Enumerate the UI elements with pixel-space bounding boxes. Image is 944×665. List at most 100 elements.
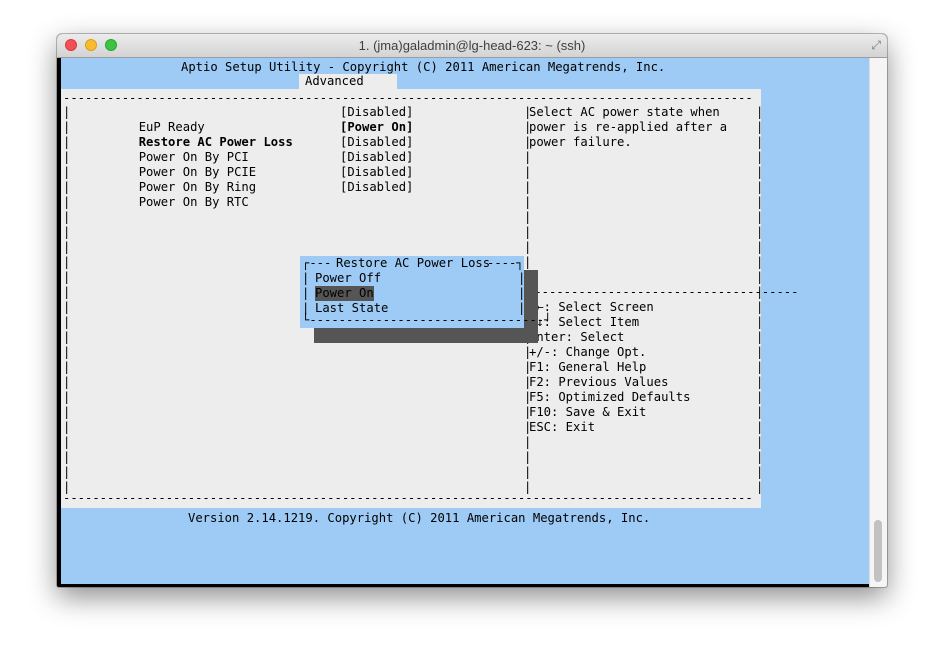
frame-vertical-bar: |	[63, 315, 71, 329]
popup-title: Restore AC Power Loss	[336, 256, 491, 270]
window-title: 1. (jma)galadmin@lg-head-623: ~ (ssh)	[358, 38, 586, 53]
frame-vertical-bar: |	[63, 360, 71, 374]
frame-vertical-bar: |	[756, 465, 764, 479]
frame-vertical-bar: |	[63, 465, 71, 479]
setting-value-pcie[interactable]: [Disabled]	[340, 150, 413, 165]
frame-vertical-bar: |	[756, 435, 764, 449]
popup-right-bar: |	[518, 286, 526, 300]
frame-vertical-bar: |	[63, 345, 71, 359]
frame-vertical-bar: |	[756, 135, 764, 149]
frame-vertical-bar: |	[524, 465, 532, 479]
restore-ac-popup[interactable]: ┌--- Restore AC Power Loss ----┐ | Power…	[300, 256, 551, 328]
tab-advanced-label: Advanced	[305, 74, 364, 88]
frame-vertical-bar: |	[756, 150, 764, 164]
frame-vertical-bar: |	[63, 195, 71, 209]
key-optimized-defaults: F5: Optimized Defaults	[529, 390, 691, 404]
frame-vertical-bar: |	[63, 120, 71, 134]
frame-vertical-bar: |	[524, 120, 532, 134]
frame-vertical-bar: |	[756, 450, 764, 464]
frame-vertical-bar: |	[524, 210, 532, 224]
scrollbar-thumb[interactable]	[874, 520, 882, 582]
frame-bottom: ----------------------------------------…	[63, 491, 753, 505]
frame-vertical-bar: |	[756, 330, 764, 344]
popup-option-power-on[interactable]: Power On	[315, 286, 374, 301]
frame-vertical-bar: |	[63, 150, 71, 164]
frame-vertical-bar: |	[524, 375, 532, 389]
setting-value-eup[interactable]: [Disabled]	[340, 105, 413, 120]
frame-vertical-bar: |	[756, 345, 764, 359]
frame-vertical-bar: |	[524, 105, 532, 119]
frame-vertical-bar: |	[756, 120, 764, 134]
setting-value-ring[interactable]: [Disabled]	[340, 165, 413, 180]
help-line-1: Select AC power state when	[529, 105, 720, 119]
frame-vertical-bar: |	[63, 135, 71, 149]
frame-vertical-bar: |	[524, 165, 532, 179]
frame-vertical-bar: |	[756, 240, 764, 254]
frame-vertical-bar: |	[756, 195, 764, 209]
popup-top-border-right: ----┐	[487, 256, 524, 270]
frame-vertical-bar: |	[524, 180, 532, 194]
title-bar[interactable]: 1. (jma)galadmin@lg-head-623: ~ (ssh) ⤢	[57, 34, 887, 58]
key-save-exit: F10: Save & Exit	[529, 405, 647, 419]
frame-vertical-bar: |	[756, 210, 764, 224]
key-esc-exit: ESC: Exit	[529, 420, 596, 434]
frame-vertical-bar: |	[524, 390, 532, 404]
frame-vertical-bar: |	[756, 360, 764, 374]
popup-bottom-border: └--------------------------------┘	[302, 313, 552, 327]
frame-vertical-bar: |	[524, 255, 532, 269]
frame-vertical-bar: |	[63, 420, 71, 434]
frame-vertical-bar: |	[756, 315, 764, 329]
frame-vertical-bar: |	[63, 270, 71, 284]
setting-value-rtc[interactable]: [Disabled]	[340, 180, 413, 195]
setting-label: Power On By RTC	[138, 195, 249, 209]
vertical-scrollbar[interactable]	[869, 58, 887, 587]
key-previous-values: F2: Previous Values	[529, 375, 669, 389]
frame-vertical-bar: |	[63, 165, 71, 179]
frame-vertical-bar: |	[756, 420, 764, 434]
setup-title: Aptio Setup Utility - Copyright (C) 2011…	[181, 60, 666, 74]
frame-vertical-bar: |	[63, 375, 71, 389]
frame-vertical-bar: |	[524, 405, 532, 419]
frame-vertical-bar: |	[63, 210, 71, 224]
setting-row-rtc[interactable]: Power On By RTC	[80, 180, 249, 225]
frame-vertical-bar: |	[524, 195, 532, 209]
frame-vertical-bar: |	[63, 435, 71, 449]
frame-vertical-bar: |	[756, 480, 764, 494]
frame-vertical-bar: |	[524, 450, 532, 464]
frame-vertical-bar: |	[756, 285, 764, 299]
terminal-window: 1. (jma)galadmin@lg-head-623: ~ (ssh) ⤢ …	[57, 34, 887, 587]
frame-vertical-bar: |	[63, 225, 71, 239]
frame-vertical-bar: |	[63, 240, 71, 254]
frame-vertical-bar: |	[63, 450, 71, 464]
tab-advanced[interactable]: Advanced	[299, 74, 397, 89]
frame-vertical-bar: |	[63, 105, 71, 119]
popup-option-power-off[interactable]: Power Off	[315, 271, 381, 286]
setting-value-pci[interactable]: [Disabled]	[340, 135, 413, 150]
frame-vertical-bar: |	[63, 255, 71, 269]
frame-vertical-bar: |	[756, 180, 764, 194]
frame-vertical-bar: |	[63, 480, 71, 494]
key-select: Enter: Select	[529, 330, 625, 344]
version-footer: Version 2.14.1219. Copyright (C) 2011 Am…	[188, 511, 651, 525]
frame-vertical-bar: |	[63, 405, 71, 419]
terminal-screen[interactable]: Aptio Setup Utility - Copyright (C) 2011…	[61, 58, 869, 584]
help-line-2: power is re-applied after a	[529, 120, 728, 134]
popup-top-border: ┌---	[302, 256, 332, 270]
frame-vertical-bar: |	[524, 480, 532, 494]
help-line-3: power failure.	[529, 135, 632, 149]
frame-vertical-bar: |	[524, 360, 532, 374]
key-change-opt: +/-: Change Opt.	[529, 345, 647, 359]
fullscreen-icon[interactable]: ⤢	[871, 38, 881, 53]
frame-vertical-bar: |	[756, 405, 764, 419]
frame-vertical-bar: |	[63, 180, 71, 194]
setting-value-restore-ac[interactable]: [Power On]	[340, 120, 413, 135]
frame-vertical-bar: |	[756, 270, 764, 284]
frame-top: ----------------------------------------…	[63, 91, 753, 105]
frame-vertical-bar: |	[63, 330, 71, 344]
frame-vertical-bar: |	[524, 420, 532, 434]
key-general-help: F1: General Help	[529, 360, 647, 374]
frame-vertical-bar: |	[756, 390, 764, 404]
frame-vertical-bar: |	[524, 435, 532, 449]
popup-left-bar: |	[302, 271, 310, 285]
frame-vertical-bar: |	[63, 390, 71, 404]
